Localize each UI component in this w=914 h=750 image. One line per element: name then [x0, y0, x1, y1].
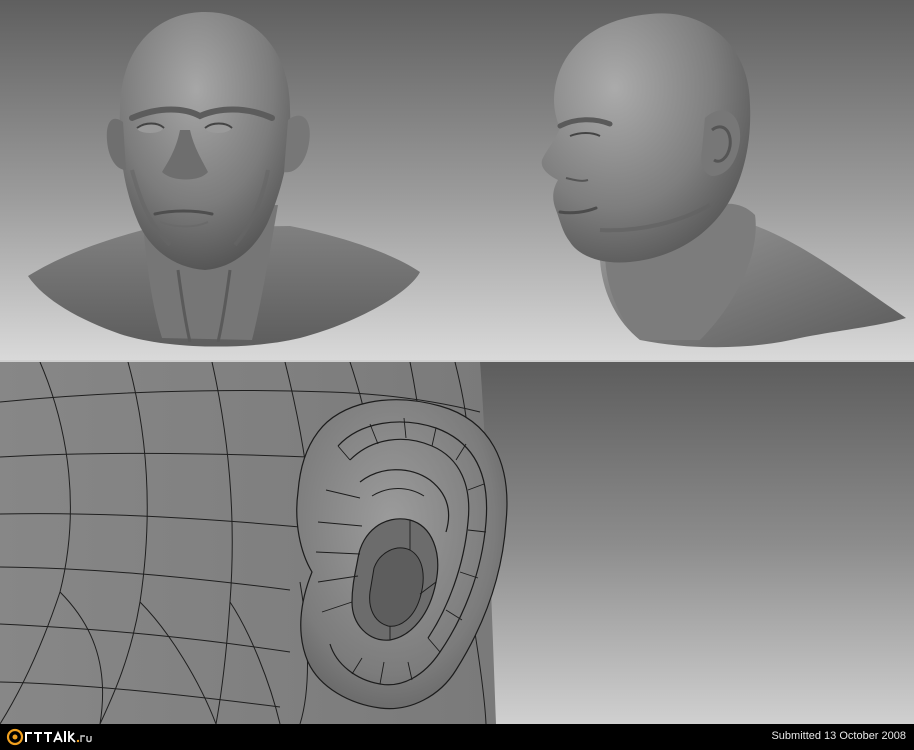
- arttalk-logo[interactable]: [6, 727, 102, 747]
- ear-wireframe-panel: [0, 362, 914, 724]
- submission-date: Submitted 13 October 2008: [771, 730, 906, 742]
- head-renders-panel: [0, 0, 914, 360]
- footer-bar: Submitted 13 October 2008: [0, 724, 914, 750]
- arttalk-logo-icon: [6, 728, 92, 746]
